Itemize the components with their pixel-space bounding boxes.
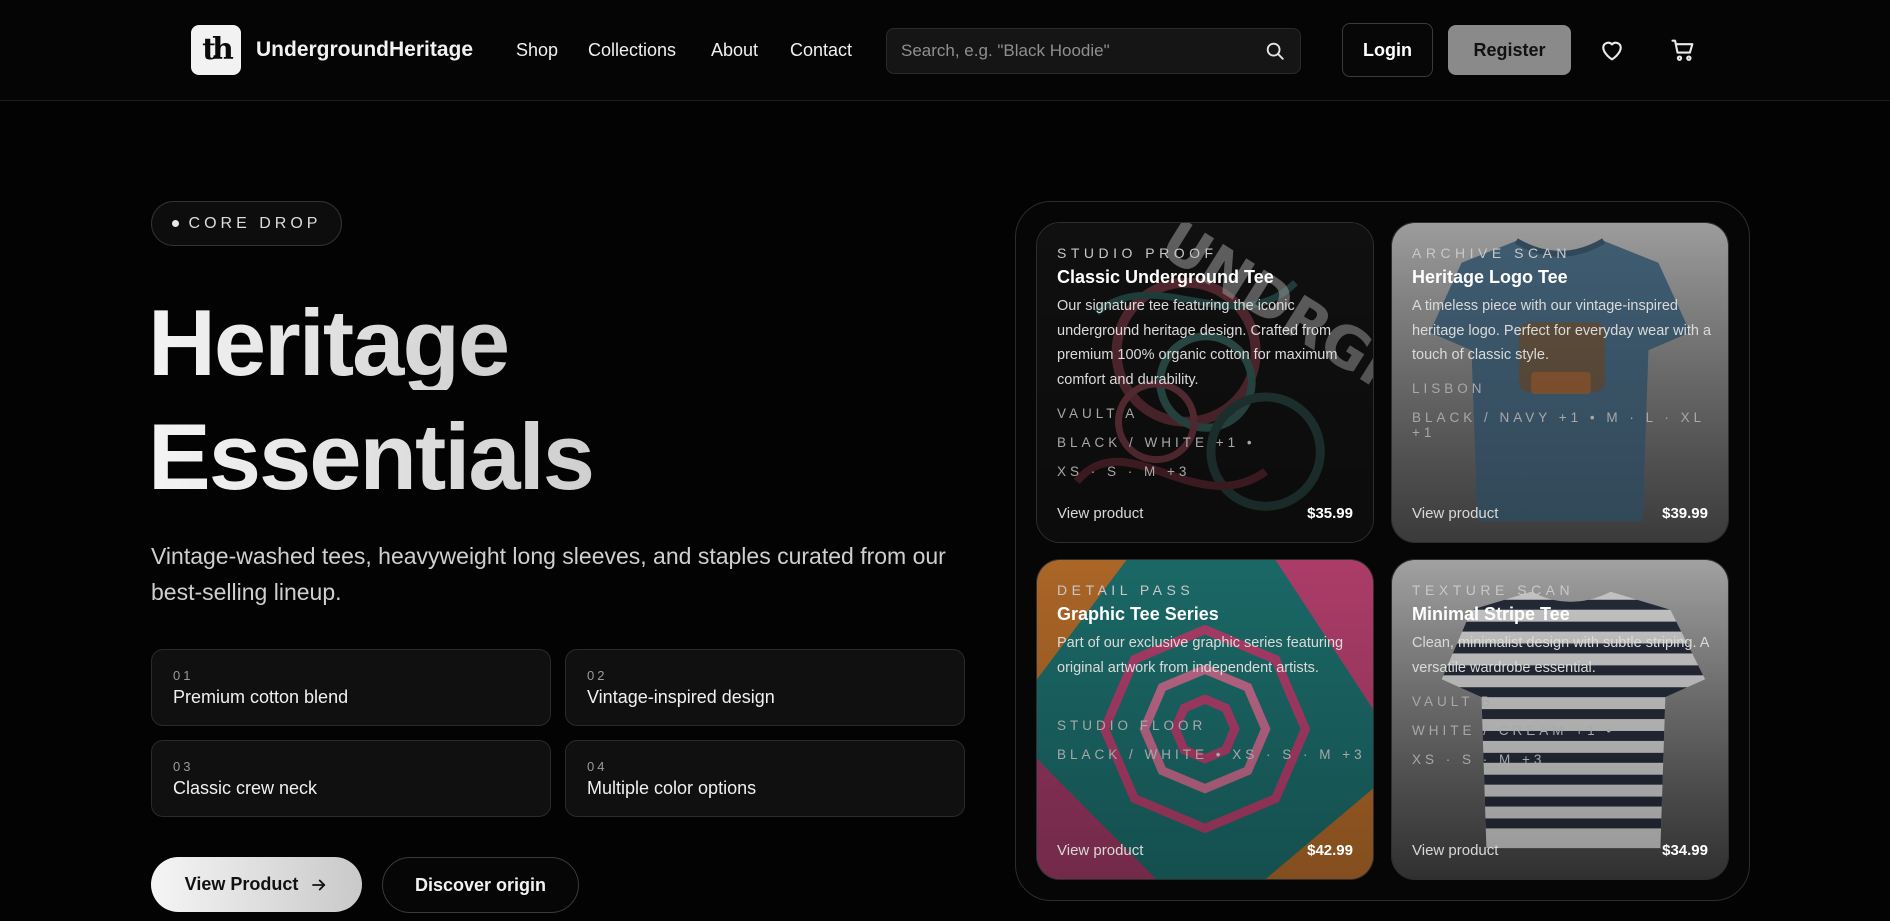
product-description: Clean, minimalist design with subtle str… <box>1412 635 1709 676</box>
nav-about[interactable]: About <box>711 40 758 61</box>
feature-label: Premium cotton blend <box>173 687 349 707</box>
product-price: $39.99 <box>1662 505 1708 522</box>
search-bar <box>886 28 1301 74</box>
product-eyebrow: ARCHIVE SCAN <box>1412 245 1572 261</box>
feature-card: 04 Multiple color options <box>565 740 965 817</box>
feature-number: 01 <box>173 668 194 683</box>
heart-icon[interactable] <box>1598 36 1626 64</box>
feature-label: Vintage-inspired design <box>587 687 775 707</box>
product-meta: VAULT B <box>1412 694 1495 709</box>
hero-title-line1: Heritage <box>148 290 510 395</box>
product-eyebrow: DETAIL PASS <box>1057 582 1195 598</box>
register-button[interactable]: Register <box>1448 25 1571 75</box>
core-drop-badge: CORE DROP <box>151 201 342 246</box>
view-product-link[interactable]: View product <box>1412 505 1498 522</box>
product-title: Classic Underground Tee <box>1057 267 1274 287</box>
product-title: Minimal Stripe Tee <box>1412 604 1570 624</box>
product-meta: VAULT A <box>1057 406 1139 421</box>
product-meta: BLACK / WHITE • XS · S · M +3 <box>1057 747 1366 762</box>
hero-lead: Vintage-washed tees, heavyweight long sl… <box>151 543 946 605</box>
product-card[interactable]: UNDRGND STUDIO PROOF Classic Underground… <box>1036 222 1374 543</box>
badge-label: CORE DROP <box>188 214 322 232</box>
discover-origin-button[interactable]: Discover origin <box>382 857 579 913</box>
feature-number: 04 <box>587 759 608 774</box>
product-meta: BLACK / WHITE +1 • <box>1057 435 1256 450</box>
feature-label: Classic crew neck <box>173 778 318 798</box>
nav-contact[interactable]: Contact <box>790 40 852 61</box>
feature-number: 02 <box>587 668 608 683</box>
product-title: Heritage Logo Tee <box>1412 267 1568 287</box>
product-description: A timeless piece with our vintage-inspir… <box>1412 298 1712 363</box>
brand-name[interactable]: UndergroundHeritage <box>256 38 473 62</box>
product-meta: BLACK / NAVY +1 • M · L · XL +1 <box>1412 410 1705 440</box>
product-card[interactable]: ARCHIVE SCAN Heritage Logo Tee A timeles… <box>1391 222 1729 543</box>
feature-card: 01 Premium cotton blend <box>151 649 551 726</box>
product-meta: LISBON <box>1412 381 1486 396</box>
login-button[interactable]: Login <box>1342 23 1433 77</box>
hero-title-line2: Essentials <box>148 404 595 509</box>
arrow-right-icon <box>312 879 326 890</box>
product-meta: XS · S · M +3 <box>1057 464 1191 479</box>
product-eyebrow: STUDIO PROOF <box>1057 245 1218 261</box>
site-header: th UndergroundHeritage Shop Collections … <box>0 0 1890 101</box>
view-product-label: View Product <box>184 874 299 894</box>
search-input[interactable] <box>901 29 1251 73</box>
product-card[interactable]: DETAIL PASS Graphic Tee Series Part of o… <box>1036 559 1374 880</box>
view-product-link[interactable]: View product <box>1057 842 1143 859</box>
feature-number: 03 <box>173 759 194 774</box>
feature-card: 02 Vintage-inspired design <box>565 649 965 726</box>
product-card[interactable]: TEXTURE SCAN Minimal Stripe Tee Clean, m… <box>1391 559 1729 880</box>
search-icon[interactable] <box>1264 40 1286 62</box>
view-product-link[interactable]: View product <box>1412 842 1498 859</box>
cart-icon[interactable] <box>1669 36 1697 64</box>
product-meta: WHITE / CREAM +1 • <box>1412 723 1616 738</box>
brand-logo[interactable]: th <box>191 25 241 75</box>
product-description: Our signature tee featuring the iconic u… <box>1057 298 1338 388</box>
product-grid-panel: UNDRGND STUDIO PROOF Classic Underground… <box>1015 201 1750 901</box>
product-price: $35.99 <box>1307 505 1353 522</box>
product-price: $34.99 <box>1662 842 1708 859</box>
product-meta: XS · S · M +3 <box>1412 752 1546 767</box>
product-title: Graphic Tee Series <box>1057 604 1219 624</box>
nav-shop[interactable]: Shop <box>516 40 558 61</box>
view-product-link[interactable]: View product <box>1057 505 1143 522</box>
product-price: $42.99 <box>1307 842 1353 859</box>
feature-card: 03 Classic crew neck <box>151 740 551 817</box>
nav-collections[interactable]: Collections <box>588 40 676 61</box>
badge-dot <box>171 220 179 227</box>
product-eyebrow: TEXTURE SCAN <box>1412 582 1575 598</box>
feature-label: Multiple color options <box>587 778 757 798</box>
product-meta: STUDIO FLOOR <box>1057 718 1207 733</box>
product-description: Part of our exclusive graphic series fea… <box>1057 635 1344 676</box>
logo-monogram: th <box>202 32 234 67</box>
view-product-button[interactable]: View Product <box>151 857 362 912</box>
